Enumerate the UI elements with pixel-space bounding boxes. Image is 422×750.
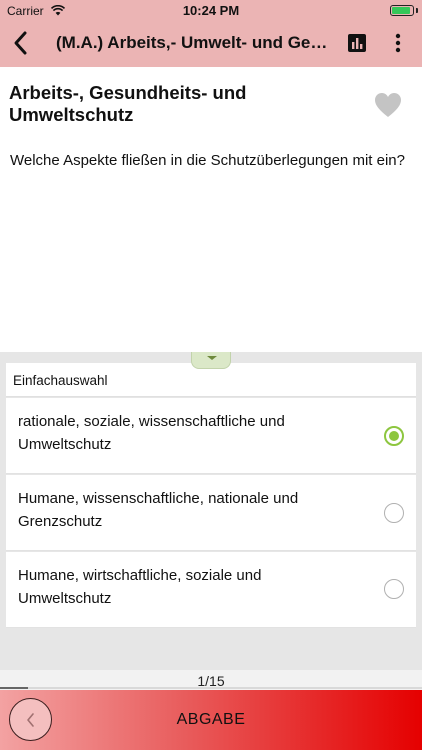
answer-option-3[interactable]: Humane, wirtschaftliche, soziale und Umw…: [6, 552, 416, 628]
battery-icon: [390, 5, 414, 16]
stats-icon[interactable]: [347, 33, 367, 53]
nav-title: (M.A.) Arbeits,- Umwelt- und Ges…: [56, 33, 332, 52]
question-text: Welche Aspekte fließen in die Schutzüber…: [10, 152, 405, 169]
status-bar: Carrier 10:24 PM: [0, 0, 422, 22]
radio-unselected-icon[interactable]: [384, 503, 404, 523]
more-vertical-icon[interactable]: [390, 32, 406, 54]
question-category: Arbeits-, Gesundheits- und Umweltschutz: [9, 82, 247, 125]
back-chevron-icon[interactable]: [10, 30, 34, 56]
prev-chevron-icon: [27, 713, 34, 727]
radio-unselected-icon[interactable]: [384, 579, 404, 599]
app-header: Carrier 10:24 PM (M.A.) Arbeits,- Umwelt…: [0, 0, 422, 67]
answer-option-label: Humane, wissenschaftliche, nationale und…: [18, 490, 299, 530]
progress-fill: [0, 687, 29, 689]
battery-cap: [416, 8, 418, 13]
previous-button[interactable]: [9, 698, 52, 741]
status-time: 10:24 PM: [182, 3, 240, 18]
submit-button[interactable]: ABGABE: [60, 690, 362, 750]
bottom-bar: ABGABE: [0, 690, 422, 750]
heart-icon[interactable]: [374, 92, 402, 118]
answer-option-label: Humane, wirtschaftliche, soziale und Umw…: [18, 567, 262, 607]
radio-selected-icon[interactable]: [384, 426, 404, 446]
answer-option-1[interactable]: rationale, soziale, wissenschaftliche un…: [6, 398, 416, 474]
answer-option-label: rationale, soziale, wissenschaftliche un…: [18, 413, 285, 453]
expand-handle-icon[interactable]: [191, 352, 231, 369]
answer-option-2[interactable]: Humane, wissenschaftliche, nationale und…: [6, 475, 416, 551]
progress-track: [0, 687, 422, 689]
